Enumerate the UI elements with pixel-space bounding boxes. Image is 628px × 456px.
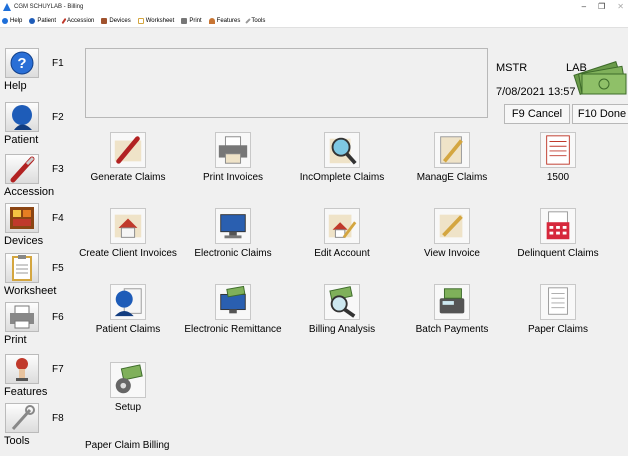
user-code: MSTR	[496, 62, 528, 74]
paper-claims-icon	[540, 284, 576, 320]
electronic-remittance-button[interactable]: Electronic Remittance	[174, 284, 292, 344]
setup-button[interactable]: Setup	[69, 362, 187, 422]
features-icon	[5, 354, 39, 384]
menu-accession[interactable]: Accession	[61, 17, 94, 24]
paper-claims-button[interactable]: Paper Claims	[499, 284, 617, 344]
form-1500-icon	[540, 132, 576, 168]
electronic-claims-button[interactable]: Electronic Claims	[174, 208, 292, 268]
delinquent-claims-button[interactable]: Delinquent Claims	[499, 208, 617, 268]
edit-account-icon	[324, 208, 360, 244]
status-area: MSTR LAB 1 7/08/2021 13:57 F9 Cancel F10…	[492, 48, 628, 128]
batch-payments-icon	[434, 284, 470, 320]
sidebar-accession[interactable]: F3 Accession	[0, 154, 74, 204]
setup-icon	[110, 362, 146, 398]
menu-features[interactable]: Features	[208, 17, 240, 24]
patient-claims-button[interactable]: Patient Claims	[69, 284, 187, 344]
billing-analysis-button[interactable]: Billing Analysis	[283, 284, 401, 344]
sidebar-features[interactable]: F7 Features	[0, 354, 74, 404]
app-icon	[3, 3, 11, 11]
help-icon	[2, 17, 8, 24]
print-invoices-button[interactable]: Print Invoices	[174, 132, 292, 192]
menu-tools[interactable]: Tools	[245, 17, 265, 24]
worksheet-icon	[137, 17, 144, 24]
create-client-invoices-icon	[110, 208, 146, 244]
title-bar: CGM SCHUYLAB - Billing – ❐ ✕	[0, 0, 628, 14]
billing-analysis-icon	[324, 284, 360, 320]
sidebar-print[interactable]: F6 Print	[0, 302, 74, 352]
help-icon: ?	[5, 48, 39, 78]
sidebar-help[interactable]: ? F1 Help	[0, 48, 74, 98]
menu-print[interactable]: Print	[181, 17, 202, 24]
main-panel: MSTR LAB 1 7/08/2021 13:57 F9 Cancel F10…	[79, 48, 628, 456]
tools-icon	[5, 403, 39, 433]
close-button[interactable]: ✕	[617, 0, 624, 14]
devices-icon	[5, 203, 39, 233]
incomplete-claims-icon	[324, 132, 360, 168]
sidebar-devices[interactable]: F4 Devices	[0, 203, 74, 253]
menu-patient[interactable]: Patient	[29, 17, 56, 24]
accession-icon	[61, 17, 67, 24]
batch-payments-button[interactable]: Batch Payments	[393, 284, 511, 344]
devices-icon	[101, 17, 108, 24]
incomplete-claims-button[interactable]: IncOmplete Claims	[283, 132, 401, 192]
delinquent-claims-icon	[540, 208, 576, 244]
generate-claims-icon	[110, 132, 146, 168]
svg-text:?: ?	[17, 55, 26, 72]
print-icon	[5, 302, 39, 332]
date-time: 7/08/2021 13:57	[496, 86, 576, 98]
form-1500-button[interactable]: 1500	[499, 132, 617, 192]
generate-claims-button[interactable]: Generate Claims	[69, 132, 187, 192]
minimize-button[interactable]: –	[582, 0, 586, 14]
menu-worksheet[interactable]: Worksheet	[137, 17, 174, 24]
view-invoice-icon	[434, 208, 470, 244]
create-client-invoices-button[interactable]: Create Client Invoices	[69, 208, 187, 268]
sidebar-tools[interactable]: F8 Tools	[0, 403, 74, 453]
electronic-remittance-icon	[215, 284, 251, 320]
patient-claims-icon	[110, 284, 146, 320]
patient-icon	[29, 17, 36, 24]
window-title: CGM SCHUYLAB - Billing	[14, 4, 84, 10]
sidebar-worksheet[interactable]: F5 Worksheet	[0, 253, 74, 303]
worksheet-icon	[5, 253, 39, 283]
tools-icon	[245, 17, 252, 24]
manage-claims-button[interactable]: ManagE Claims	[393, 132, 511, 192]
menu-bar: Help Patient Accession Devices Worksheet…	[0, 14, 628, 28]
features-icon	[208, 17, 215, 24]
maximize-button[interactable]: ❐	[598, 0, 605, 14]
sidebar: ? F1 Help F2 Patient F3 Accession F4 Dev…	[0, 48, 74, 456]
patient-icon	[5, 102, 39, 132]
manage-claims-icon	[434, 132, 470, 168]
print-icon	[181, 17, 188, 24]
money-icon	[573, 61, 627, 95]
print-invoices-icon	[215, 132, 251, 168]
view-invoice-button[interactable]: View Invoice	[393, 208, 511, 268]
accession-icon	[5, 154, 39, 184]
sidebar-patient[interactable]: F2 Patient	[0, 102, 74, 152]
status-bar-text: Paper Claim Billing	[85, 440, 170, 451]
electronic-claims-icon	[215, 208, 251, 244]
done-button[interactable]: F10 Done	[572, 104, 628, 124]
menu-devices[interactable]: Devices	[101, 17, 131, 24]
edit-account-button[interactable]: Edit Account	[283, 208, 401, 268]
menu-help[interactable]: Help	[2, 17, 22, 24]
info-box	[85, 48, 488, 118]
cancel-button[interactable]: F9 Cancel	[504, 104, 570, 124]
